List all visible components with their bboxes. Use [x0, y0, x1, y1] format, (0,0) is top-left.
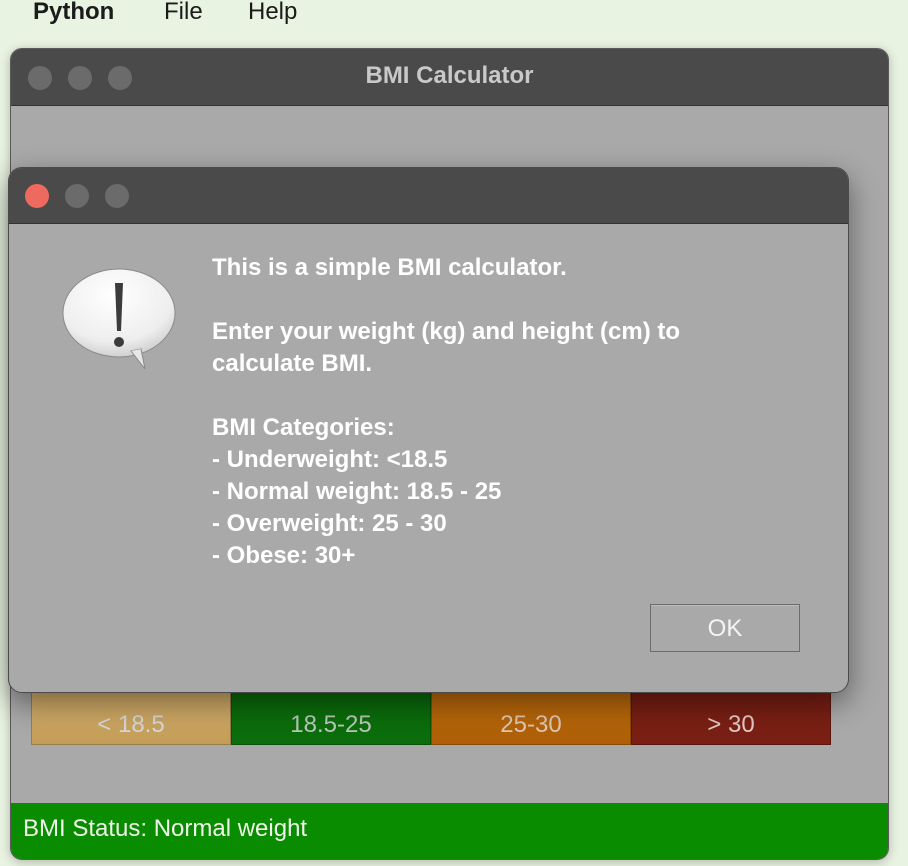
window-title: BMI Calculator — [365, 62, 534, 89]
message-instruction-line1: Enter your weight (kg) and height (cm) t… — [212, 318, 680, 345]
bmi-status-bar: BMI Status: Normal weight — [11, 803, 888, 859]
menu-help[interactable]: Help — [248, 0, 297, 26]
message-intro: This is a simple BMI calculator. — [212, 254, 567, 281]
dialog-message: This is a simple BMI calculator. Enter y… — [212, 252, 812, 572]
main-title-bar[interactable]: BMI Calculator — [11, 49, 888, 106]
bmi-segment-overweight: 25-30 — [431, 689, 631, 745]
bmi-status-text: BMI Status: Normal weight — [23, 815, 308, 842]
dialog-minimize-button — [65, 184, 89, 208]
categories-heading: BMI Categories: — [212, 414, 395, 441]
dialog-close-button[interactable] — [25, 184, 49, 208]
dialog-title-bar[interactable] — [9, 168, 848, 224]
dialog-zoom-button — [105, 184, 129, 208]
bmi-segment-normal: 18.5-25 — [231, 689, 431, 745]
menu-bar: Python File Help — [0, 0, 908, 36]
category-underweight: - Underweight: <18.5 — [212, 446, 448, 473]
category-normal-weight: - Normal weight: 18.5 - 25 — [212, 478, 502, 505]
exclamation-speech-bubble-icon — [62, 268, 176, 370]
menu-app-python[interactable]: Python — [33, 0, 114, 26]
info-dialog: This is a simple BMI calculator. Enter y… — [8, 167, 849, 693]
bmi-segment-obese: > 30 — [631, 689, 831, 745]
bmi-category-scale: < 18.5 18.5-25 25-30 > 30 — [31, 689, 833, 745]
bmi-segment-underweight: < 18.5 — [31, 689, 231, 745]
ok-button[interactable]: OK — [650, 604, 800, 652]
menu-file[interactable]: File — [164, 0, 203, 26]
category-overweight: - Overweight: 25 - 30 — [212, 510, 447, 537]
message-instruction-line2: calculate BMI. — [212, 350, 373, 377]
category-obese: - Obese: 30+ — [212, 542, 356, 569]
